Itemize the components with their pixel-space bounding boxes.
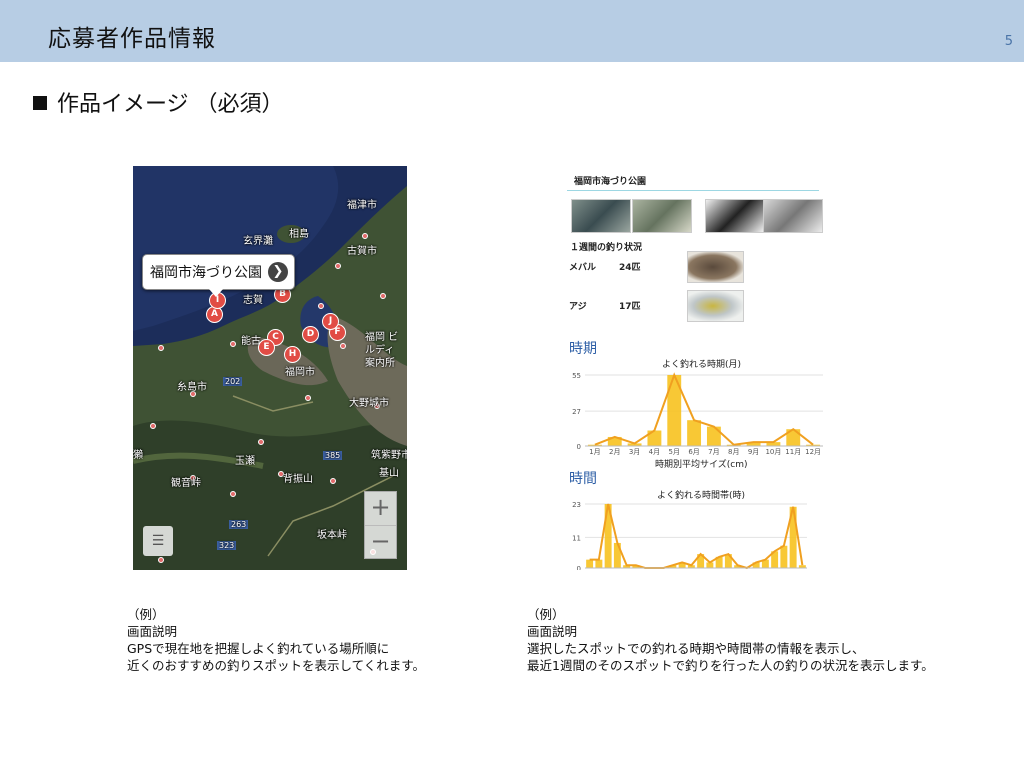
x-tick-label: 10月 (765, 448, 781, 456)
x-tick-label: 12月 (805, 448, 821, 456)
map-label: 獺 (133, 450, 143, 461)
map-label: 坂本峠 (317, 530, 347, 541)
route-badge: 385 (323, 451, 343, 460)
x-tick-label: 7月 (708, 448, 719, 456)
zoom-control: + − (364, 491, 397, 559)
y-tick-label: 11 (572, 534, 581, 542)
map-label: 福津市 (347, 200, 377, 211)
x-tick-label: 1月 (589, 448, 600, 456)
zoom-out-button[interactable]: − (365, 525, 396, 559)
map-label: 筑紫野市 (371, 450, 407, 461)
caption-line: 画面説明 (527, 624, 578, 639)
caption-line: （例） (127, 607, 165, 622)
bar (586, 559, 594, 568)
spot-pin-H[interactable]: H (284, 346, 301, 363)
section-heading-text: 作品イメージ （必須） (57, 92, 284, 117)
fish-photo (687, 251, 744, 283)
y-tick-label: 0 (577, 565, 581, 570)
spot-photo[interactable] (705, 199, 765, 233)
spot-pin-E[interactable]: E (258, 339, 275, 356)
bullet-square-icon (33, 96, 47, 110)
map-label: 福岡 ビルディ 案内所 (365, 332, 399, 369)
map-label: 背振山 (283, 474, 313, 485)
x-tick-label: 3月 (629, 448, 640, 456)
map-label: 玉瀬 (235, 456, 255, 467)
fish-photo (687, 290, 744, 322)
map-screenshot: 福津市 玄界灘 相島 古賀市 志賀 能古 福岡市 糸島市 202 福岡 ビルディ… (133, 166, 407, 570)
caption-line: 画面説明 (127, 624, 178, 639)
fish-name: アジ (569, 302, 587, 312)
series-line (589, 503, 804, 570)
spot-pin-D[interactable]: D (302, 326, 319, 343)
page-number: 5 (1004, 34, 1013, 49)
x-tick-label: 9月 (748, 448, 759, 456)
caption-line: （例） (527, 607, 565, 622)
caption-line: 最近1週間のそのスポットで釣りを行った人の釣りの状況を表示します。 (527, 658, 934, 673)
bar (595, 559, 603, 568)
zoom-in-button[interactable]: + (365, 492, 396, 525)
x-tick-label: 4月 (649, 448, 660, 456)
map-search-list-icon[interactable]: ☰ (143, 526, 173, 556)
spot-title: 福岡市海づり公園 (574, 177, 647, 187)
y-tick-label: 55 (572, 372, 581, 380)
map-label: 志賀 (243, 295, 263, 306)
map-label: 大野城市 (349, 398, 389, 409)
map-label: 基山 (379, 468, 399, 479)
slide-title: 応募者作品情報 (48, 26, 216, 52)
caption-line: 近くのおすすめの釣りスポットを表示してくれます。 (127, 658, 426, 673)
x-tick-label: 2月 (609, 448, 620, 456)
map-label: 古賀市 (347, 246, 377, 257)
divider (567, 190, 819, 191)
fish-name: メバル (569, 263, 597, 273)
season-chart: 0 27 55 1月 2月 3月 4月 5月 6月 7月 8月 9月 10月 11月 12月 (572, 372, 823, 456)
fish-count: 24匹 (619, 263, 641, 273)
bar (780, 545, 788, 568)
map-label: 観音峠 (171, 478, 201, 489)
bar (687, 420, 702, 446)
x-tick-label: 5月 (669, 448, 680, 456)
spot-photo[interactable] (632, 199, 692, 233)
caption-line: 選択したスポットでの釣れる時期や時間帯の情報を表示し、 (527, 641, 865, 656)
section-heading: 作品イメージ （必須） (33, 86, 284, 118)
spot-callout[interactable]: 福岡市海づり公園 ❯ (142, 254, 295, 297)
map-label: 相島 (289, 229, 309, 240)
route-badge: 202 (223, 377, 243, 386)
spot-photo[interactable] (763, 199, 823, 233)
season-heading: 時期 (569, 341, 597, 357)
time-heading: 時間 (569, 471, 597, 487)
y-tick-label: 23 (572, 501, 581, 509)
bar (706, 426, 721, 446)
caption-left: （例） 画面説明 GPSで現在地を把握しよく釣れている場所順に 近くのおすすめの… (127, 606, 425, 674)
time-chart: 0 11 23 (572, 501, 807, 570)
weekly-heading: １週間の釣り状況 (570, 243, 643, 253)
chart-xlabel: 時期別平均サイズ(cm) (655, 460, 748, 470)
x-tick-label: 8月 (728, 448, 739, 456)
x-tick-label: 11月 (785, 448, 801, 456)
map-label: 糸島市 (177, 382, 207, 393)
y-tick-label: 27 (572, 408, 581, 416)
spot-photo[interactable] (571, 199, 631, 233)
chevron-right-icon[interactable]: ❯ (268, 262, 288, 282)
fish-count: 17匹 (619, 302, 641, 312)
y-tick-label: 0 (577, 443, 581, 451)
spot-info-screenshot: 福岡市海づり公園 １週間の釣り状況 メバル 24匹 アジ 17匹 時期 よく釣れ… (567, 166, 825, 572)
map-label: 福岡市 (285, 367, 315, 378)
caption-right: （例） 画面説明 選択したスポットでの釣れる時期や時間帯の情報を表示し、 最近1… (527, 606, 934, 674)
series-line (594, 372, 814, 446)
map-label: 玄界灘 (243, 236, 273, 247)
route-badge: 263 (229, 520, 249, 529)
route-badge: 323 (217, 541, 237, 550)
spot-pin-J[interactable]: J (322, 313, 339, 330)
x-tick-label: 6月 (688, 448, 699, 456)
caption-line: GPSで現在地を把握しよく釣れている場所順に (127, 641, 390, 656)
slide-header: 応募者作品情報 5 (0, 0, 1024, 62)
callout-label: 福岡市海づり公園 (150, 265, 262, 281)
